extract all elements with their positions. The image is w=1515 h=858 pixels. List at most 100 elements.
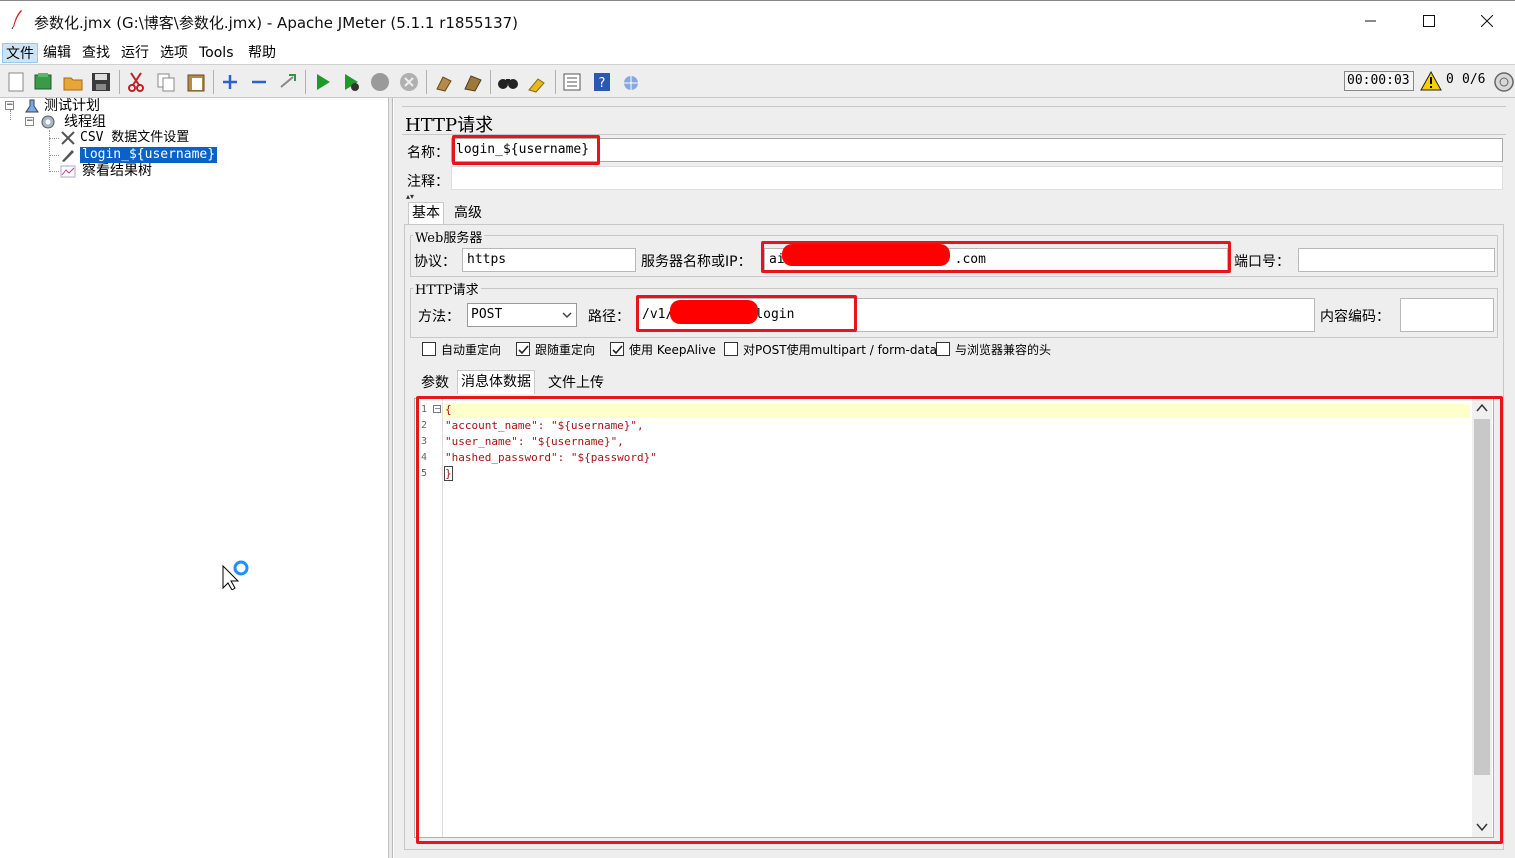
remote-icon[interactable] — [620, 71, 642, 93]
http-request-panel: HTTP请求 名称： login_${username} 注释： ▴▾ 基本 高… — [394, 98, 1515, 858]
search-binoculars-icon[interactable] — [497, 71, 519, 93]
fold-toggle-icon[interactable]: − — [433, 405, 441, 413]
error-count: 0 — [1446, 72, 1454, 87]
server-label: 服务器名称或IP： — [641, 254, 752, 270]
maximize-button[interactable] — [1406, 7, 1452, 37]
line-number-gutter — [415, 399, 443, 837]
svg-text:?: ? — [599, 76, 606, 91]
start-icon[interactable] — [312, 71, 334, 93]
stop-icon[interactable] — [369, 71, 391, 93]
scroll-down-icon[interactable] — [1475, 821, 1489, 833]
tree-toggle-thread-group[interactable]: − — [25, 117, 34, 126]
save-icon[interactable] — [90, 71, 112, 93]
listener-chart-icon — [60, 165, 76, 178]
check-icon — [518, 345, 529, 355]
tab-basic[interactable]: 基本 — [408, 202, 444, 224]
checkbox-auto-redirect-label: 自动重定向 — [441, 343, 502, 357]
cut-icon[interactable] — [125, 71, 147, 93]
panel-splitter[interactable] — [389, 98, 393, 858]
encoding-label: 内容编码： — [1320, 309, 1390, 325]
maximize-icon — [1423, 15, 1435, 27]
line-number: 4 — [421, 452, 428, 463]
protocol-label: 协议： — [414, 254, 456, 270]
scroll-up-icon[interactable] — [1475, 402, 1489, 414]
window-title: 参数化.jmx (G:\博客\参数化.jmx) - Apache JMeter … — [34, 14, 519, 32]
protocol-field[interactable]: https — [462, 248, 636, 272]
scrollbar-thumb[interactable] — [1474, 419, 1490, 775]
path-suffix: login — [755, 307, 795, 322]
menu-run[interactable]: 运行 — [118, 43, 152, 63]
toggle-icon[interactable] — [277, 71, 299, 93]
server-suffix: .com — [954, 252, 986, 267]
test-plan-icon — [25, 99, 39, 113]
paste-icon[interactable] — [185, 71, 207, 93]
line-number: 1 — [421, 404, 428, 415]
help-icon[interactable]: ? — [591, 71, 613, 93]
new-icon[interactable] — [5, 71, 27, 93]
minimize-icon — [1365, 20, 1376, 22]
collapse-arrows-icon[interactable]: ▴▾ — [406, 192, 414, 201]
sampler-pen-icon — [62, 150, 74, 162]
check-icon — [612, 345, 623, 355]
body-data-editor[interactable]: 1 2 3 4 5 − { "account_name": "${usernam… — [414, 398, 1494, 838]
tree-toggle-root[interactable]: − — [5, 101, 14, 110]
name-label: 名称： — [407, 145, 449, 161]
checkbox-keepalive-label: 使用 KeepAlive — [629, 343, 716, 357]
tab-parameters[interactable]: 参数 — [418, 374, 452, 394]
start-no-pauses-icon[interactable] — [340, 71, 362, 93]
collapse-icon[interactable] — [248, 71, 270, 93]
method-value: POST — [471, 307, 503, 322]
checkbox-follow-redirects-label: 跟随重定向 — [535, 343, 596, 357]
minimize-button[interactable] — [1348, 7, 1394, 37]
remote-status-icon — [1494, 72, 1514, 92]
reset-search-icon[interactable] — [526, 71, 548, 93]
port-field[interactable] — [1298, 248, 1495, 272]
jmeter-feather-icon — [11, 10, 22, 29]
web-server-title: Web服务器 — [413, 227, 485, 246]
menu-search[interactable]: 查找 — [79, 43, 113, 63]
code-line: "hashed_password": "${password}" — [445, 451, 657, 464]
expand-icon[interactable] — [219, 71, 241, 93]
tab-file-upload[interactable]: 文件上传 — [545, 374, 607, 394]
menu-file[interactable]: 文件 — [2, 43, 38, 63]
line-number: 2 — [421, 420, 428, 431]
menu-edit[interactable]: 编辑 — [40, 43, 74, 63]
tree-label-sampler: login_${username} — [80, 147, 218, 163]
toolbar: ? 00:00:03 0 0/6 — [0, 64, 1515, 98]
code-line: "user_name": "${username}", — [445, 435, 624, 448]
tree-label-test-plan: 测试计划 — [44, 98, 100, 114]
warning-icon[interactable] — [1420, 71, 1442, 91]
thread-group-gear-icon — [41, 115, 55, 129]
tree-label-listener: 察看结果树 — [82, 163, 152, 179]
copy-icon[interactable] — [155, 71, 177, 93]
path-prefix: /v1/ — [642, 307, 674, 322]
code-line: } — [444, 466, 453, 481]
close-button[interactable] — [1464, 7, 1510, 37]
clear-icon[interactable] — [433, 71, 455, 93]
editor-scrollbar[interactable] — [1472, 399, 1492, 837]
open-icon[interactable] — [62, 71, 84, 93]
shutdown-icon[interactable] — [398, 71, 420, 93]
code-line: { — [445, 403, 452, 416]
method-label: 方法： — [418, 309, 460, 325]
tab-body-data[interactable]: 消息体数据 — [457, 370, 535, 394]
close-icon — [1480, 14, 1494, 28]
tree-label-csv: CSV 数据文件设置 — [80, 130, 190, 145]
config-tools-icon — [61, 131, 75, 145]
active-threads: 0/6 — [1462, 72, 1486, 87]
menu-options[interactable]: 选项 — [157, 43, 191, 63]
checkbox-browser-headers-label: 与浏览器兼容的头 — [955, 343, 1052, 357]
tree-label-thread-group: 线程组 — [64, 114, 106, 130]
encoding-field[interactable] — [1400, 298, 1494, 332]
templates-icon[interactable] — [32, 71, 54, 93]
method-select[interactable]: POST — [467, 303, 577, 327]
line-number: 5 — [421, 468, 428, 479]
name-field[interactable]: login_${username} — [451, 138, 1503, 162]
function-helper-icon[interactable] — [561, 71, 583, 93]
menu-tools[interactable]: Tools — [196, 43, 237, 63]
tab-advanced[interactable]: 高级 — [451, 204, 485, 224]
clear-all-icon[interactable] — [462, 71, 484, 93]
comment-field[interactable] — [451, 166, 1503, 190]
redaction-server — [782, 244, 950, 266]
menu-help[interactable]: 帮助 — [245, 43, 279, 63]
